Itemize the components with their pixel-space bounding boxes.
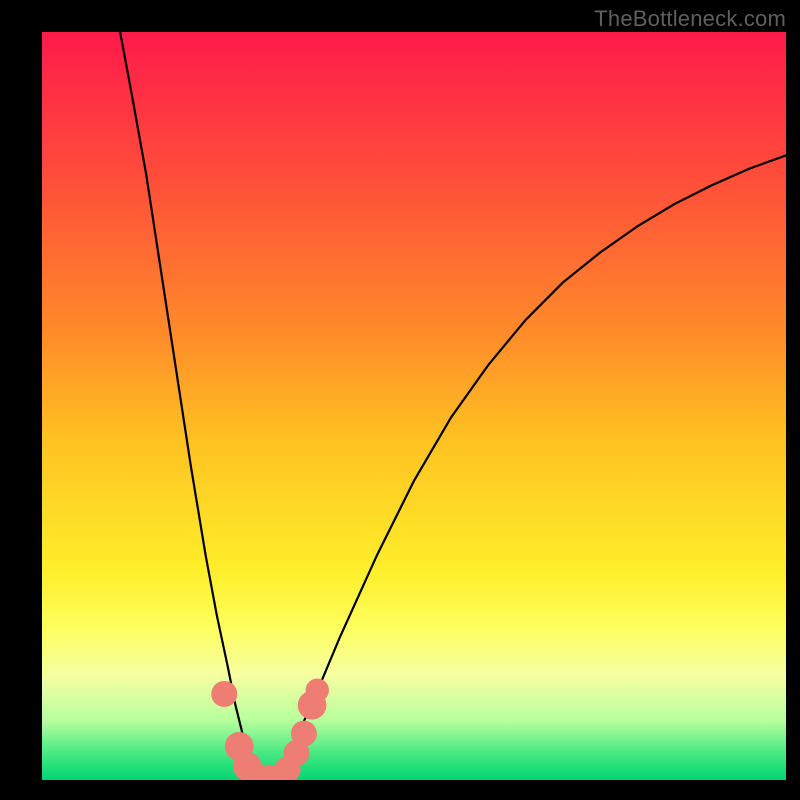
scatter-point [306, 679, 329, 702]
plot-area [42, 32, 786, 780]
chart-svg [42, 32, 786, 780]
scatter-point [211, 681, 237, 707]
gradient-background [42, 32, 786, 780]
scatter-point [291, 721, 317, 747]
watermark-text: TheBottleneck.com [594, 6, 786, 32]
chart-frame: TheBottleneck.com [0, 0, 800, 800]
